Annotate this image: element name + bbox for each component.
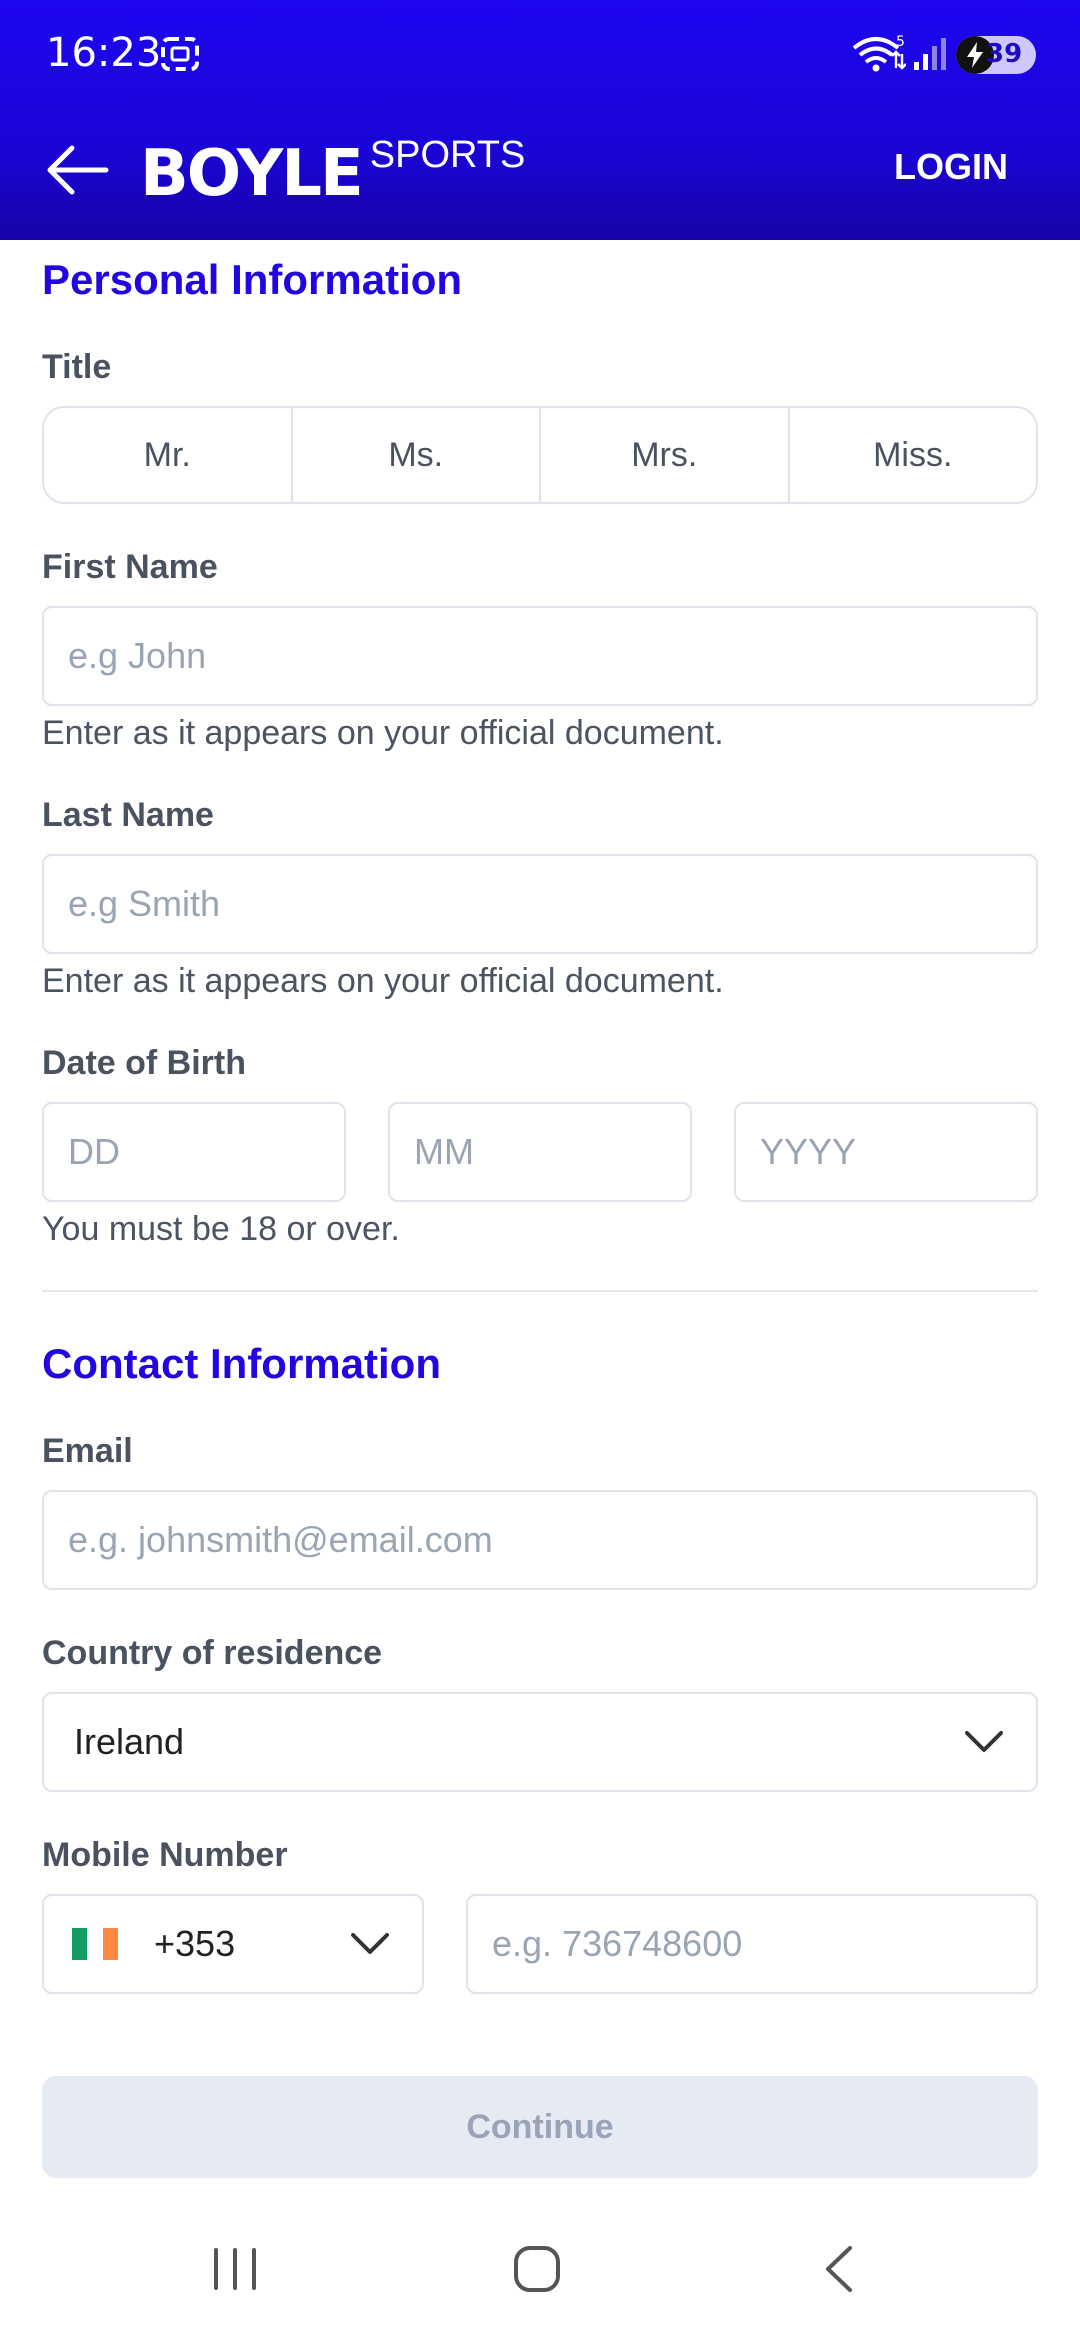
title-option-mr[interactable]: Mr. xyxy=(44,408,293,502)
title-option-mrs[interactable]: Mrs. xyxy=(541,408,790,502)
title-option-miss[interactable]: Miss. xyxy=(790,408,1037,502)
chevron-down-icon xyxy=(351,1933,389,1954)
recent-apps-icon[interactable] xyxy=(210,2246,260,2292)
continue-button[interactable]: Continue xyxy=(42,2076,1038,2178)
dial-code-select[interactable]: +353 xyxy=(42,1894,424,1994)
dob-hint: You must be 18 or over. xyxy=(42,1210,400,1248)
status-bar: 16:23 5 39 xyxy=(0,0,1080,112)
boylesports-logo: BOYLE SPORTS xyxy=(140,136,525,206)
country-value: Ireland xyxy=(74,1721,185,1762)
wifi-badge: 5 xyxy=(896,34,905,50)
title-label: Title xyxy=(42,348,112,386)
last-name-placeholder: e.g Smith xyxy=(68,883,221,924)
dial-code-value: +353 xyxy=(154,1923,236,1964)
home-icon[interactable] xyxy=(512,2244,562,2294)
status-time: 16:23 xyxy=(46,30,162,76)
battery-level: 39 xyxy=(986,39,1023,69)
dob-day-input[interactable]: DD xyxy=(42,1102,346,1202)
login-button[interactable]: LOGIN xyxy=(894,146,1008,188)
title-segmented-control: Mr. Ms. Mrs. Miss. xyxy=(42,406,1038,504)
dob-month-placeholder: MM xyxy=(414,1131,474,1172)
title-option-ms[interactable]: Ms. xyxy=(293,408,541,502)
logo-sub-text: SPORTS xyxy=(369,134,526,176)
first-name-input[interactable]: e.g John xyxy=(42,606,1038,706)
dob-year-input[interactable]: YYYY xyxy=(734,1102,1038,1202)
mobile-label: Mobile Number xyxy=(42,1836,288,1874)
system-back-icon[interactable] xyxy=(818,2244,858,2294)
last-name-hint: Enter as it appears on your official doc… xyxy=(42,962,724,1000)
personal-info-heading: Personal Information xyxy=(42,256,463,303)
section-divider xyxy=(42,1290,1038,1292)
email-label: Email xyxy=(42,1432,133,1470)
logo-main-text: BOYLE xyxy=(140,137,364,211)
email-placeholder: e.g. johnsmith@email.com xyxy=(68,1519,493,1560)
app-header: 16:23 5 39 BOYLE SPORTS LOGIN xyxy=(0,0,1080,240)
last-name-input[interactable]: e.g Smith xyxy=(42,854,1038,954)
mobile-number-placeholder: e.g. 736748600 xyxy=(492,1923,743,1964)
ireland-flag-icon xyxy=(72,1928,118,1960)
country-select[interactable]: Ireland xyxy=(42,1692,1038,1792)
last-name-label: Last Name xyxy=(42,796,214,834)
dob-month-input[interactable]: MM xyxy=(388,1102,692,1202)
back-arrow-icon[interactable] xyxy=(42,140,112,200)
first-name-label: First Name xyxy=(42,548,218,586)
dob-year-placeholder: YYYY xyxy=(760,1131,857,1172)
signal-icon xyxy=(914,38,946,70)
email-input[interactable]: e.g. johnsmith@email.com xyxy=(42,1490,1038,1590)
first-name-placeholder: e.g John xyxy=(68,635,207,676)
dob-day-placeholder: DD xyxy=(68,1131,120,1172)
mobile-number-input[interactable]: e.g. 736748600 xyxy=(466,1894,1038,1994)
chevron-down-icon xyxy=(965,1731,1003,1752)
country-label: Country of residence xyxy=(42,1634,383,1672)
wifi-icon: 5 xyxy=(852,34,906,72)
battery-indicator: 39 xyxy=(956,36,1036,74)
screenshot-icon xyxy=(161,37,199,71)
first-name-hint: Enter as it appears on your official doc… xyxy=(42,714,724,752)
system-nav-bar xyxy=(0,2200,1080,2340)
dob-label: Date of Birth xyxy=(42,1044,246,1082)
contact-info-heading: Contact Information xyxy=(42,1340,441,1387)
